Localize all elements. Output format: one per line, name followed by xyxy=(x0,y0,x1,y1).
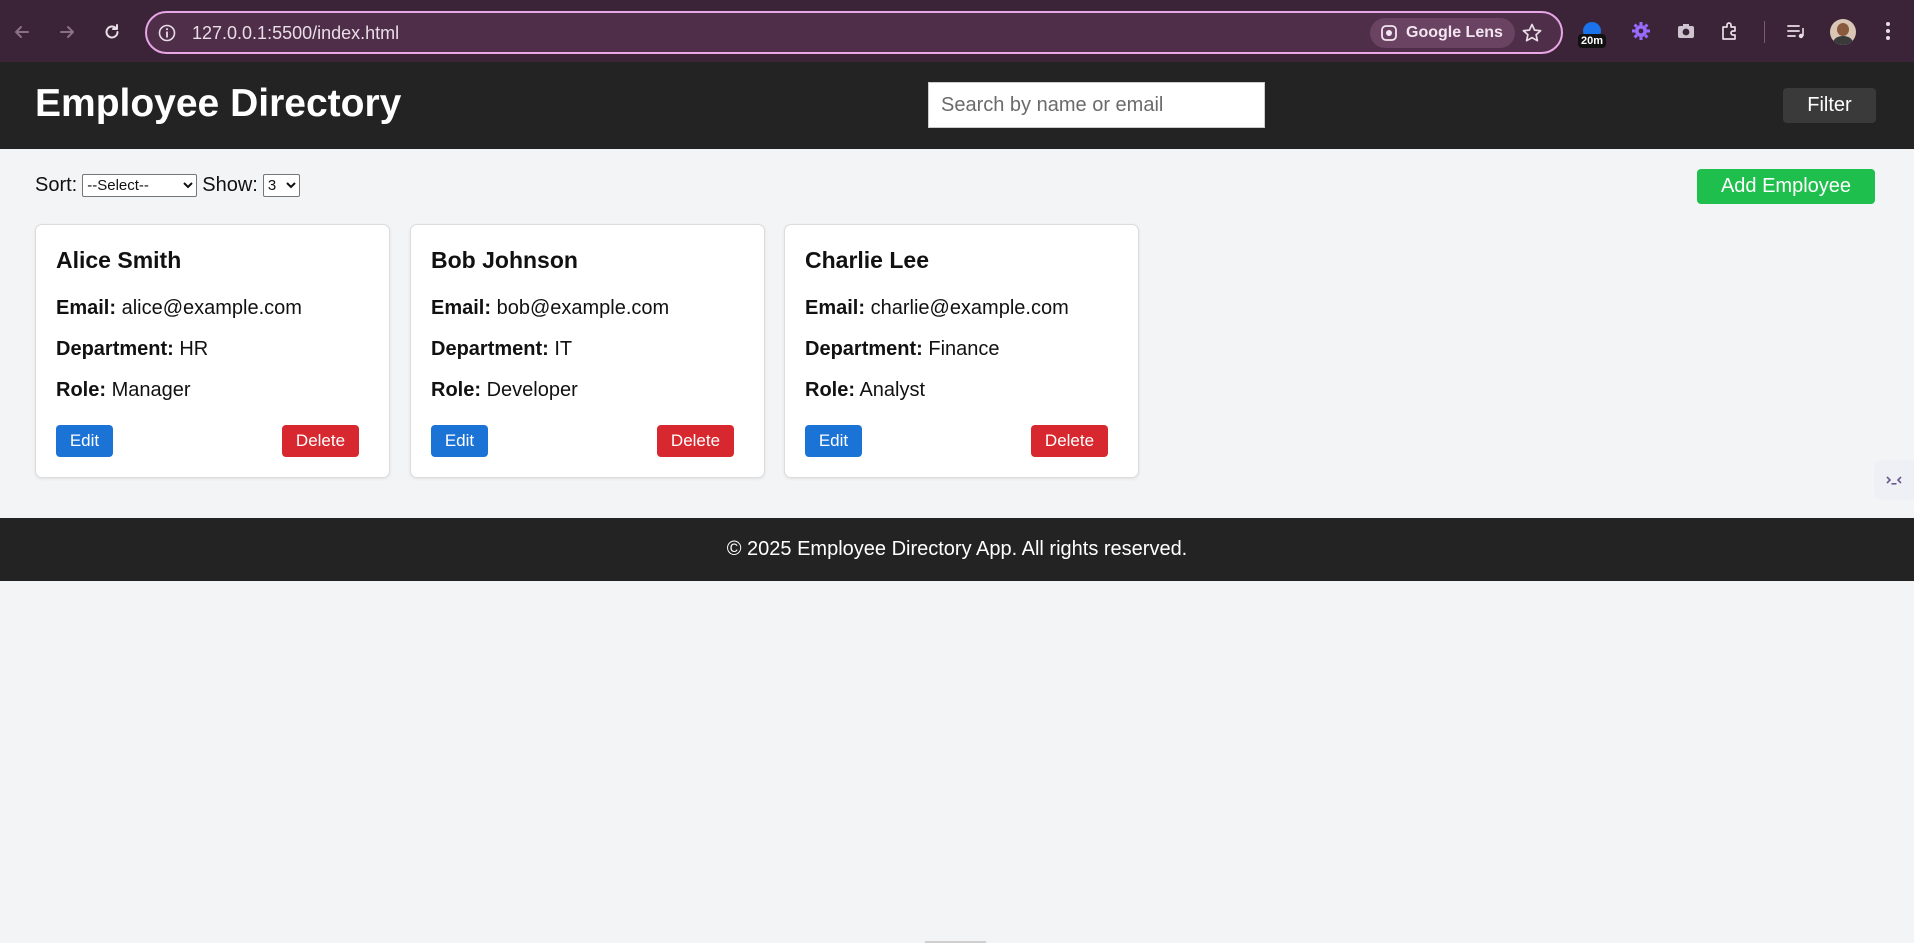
delete-button[interactable]: Delete xyxy=(1031,425,1108,457)
bookmark-star-icon[interactable] xyxy=(1521,22,1543,44)
role-label: Role: xyxy=(805,379,855,401)
more-menu-icon[interactable] xyxy=(1880,18,1896,44)
employee-role: Developer xyxy=(486,379,578,401)
gear-extension-icon[interactable] xyxy=(1628,18,1654,44)
employee-role-row: Role: Developer xyxy=(431,379,578,402)
role-label: Role: xyxy=(56,379,106,401)
filter-button[interactable]: Filter xyxy=(1783,88,1876,123)
employee-email: charlie@example.com xyxy=(870,297,1069,319)
employee-email-row: Email: bob@example.com xyxy=(431,297,669,320)
department-label: Department: xyxy=(431,338,549,360)
employee-card: Bob Johnson Email: bob@example.com Depar… xyxy=(410,224,765,478)
employee-email: alice@example.com xyxy=(121,297,302,319)
employee-department-row: Department: Finance xyxy=(805,338,1000,361)
employee-name: Alice Smith xyxy=(56,247,182,273)
edit-button[interactable]: Edit xyxy=(431,425,488,457)
employee-department: HR xyxy=(179,338,209,360)
site-info-icon[interactable] xyxy=(157,23,177,43)
employee-department: Finance xyxy=(928,338,1000,360)
forward-arrow-icon[interactable] xyxy=(50,15,84,49)
employee-email-row: Email: alice@example.com xyxy=(56,297,302,320)
footer-text: © 2025 Employee Directory App. All right… xyxy=(726,538,1188,560)
search-input[interactable] xyxy=(928,82,1265,128)
side-panel-icon[interactable] xyxy=(1874,460,1914,500)
address-bar[interactable]: 127.0.0.1:5500/index.html Google Lens xyxy=(145,11,1563,54)
show-count-select[interactable]: 3 xyxy=(262,174,300,197)
toolbar-divider xyxy=(1764,21,1765,43)
timer-extension-icon[interactable]: 20m xyxy=(1578,20,1608,50)
reload-icon[interactable] xyxy=(95,15,129,49)
add-employee-button[interactable]: Add Employee xyxy=(1697,169,1875,204)
show-label: Show: xyxy=(202,174,258,196)
app-footer: © 2025 Employee Directory App. All right… xyxy=(0,518,1914,581)
employee-card: Alice Smith Email: alice@example.com Dep… xyxy=(35,224,390,478)
employee-email: bob@example.com xyxy=(496,297,670,319)
profile-avatar[interactable] xyxy=(1830,19,1856,45)
edit-button[interactable]: Edit xyxy=(56,425,113,457)
employee-email-row: Email: charlie@example.com xyxy=(805,297,1069,320)
timer-badge-text: 20m xyxy=(1578,34,1607,48)
back-arrow-icon[interactable] xyxy=(5,15,39,49)
employee-role: Analyst xyxy=(859,379,926,401)
email-label: Email: xyxy=(431,297,492,319)
delete-button[interactable]: Delete xyxy=(282,425,359,457)
email-label: Email: xyxy=(805,297,866,319)
camera-extension-icon[interactable] xyxy=(1673,18,1699,44)
employee-department: IT xyxy=(554,338,573,360)
google-lens-button[interactable]: Google Lens xyxy=(1370,18,1515,48)
sort-label: Sort: xyxy=(35,174,78,196)
employee-role-row: Role: Manager xyxy=(56,379,191,402)
employee-role-row: Role: Analyst xyxy=(805,379,925,402)
page-title: Employee Directory xyxy=(35,82,402,125)
url-text[interactable]: 127.0.0.1:5500/index.html xyxy=(192,23,399,44)
controls-bar: Sort: --Select-- Show: 3 xyxy=(35,174,300,197)
app-header: Employee Directory Filter xyxy=(0,62,1914,149)
sort-select[interactable]: --Select-- xyxy=(82,174,198,197)
employee-department-row: Department: HR xyxy=(56,338,208,361)
email-label: Email: xyxy=(56,297,117,319)
employee-role: Manager xyxy=(111,379,191,401)
delete-button[interactable]: Delete xyxy=(657,425,734,457)
media-queue-icon[interactable] xyxy=(1783,18,1809,44)
department-label: Department: xyxy=(805,338,923,360)
employee-name: Charlie Lee xyxy=(805,247,929,273)
employee-card: Charlie Lee Email: charlie@example.com D… xyxy=(784,224,1139,478)
employee-name: Bob Johnson xyxy=(431,247,578,273)
employee-department-row: Department: IT xyxy=(431,338,572,361)
puzzle-extensions-icon[interactable] xyxy=(1717,18,1743,44)
edit-button[interactable]: Edit xyxy=(805,425,862,457)
google-lens-label: Google Lens xyxy=(1406,24,1503,41)
role-label: Role: xyxy=(431,379,481,401)
browser-toolbar: 127.0.0.1:5500/index.html Google Lens 20… xyxy=(0,0,1914,62)
department-label: Department: xyxy=(56,338,174,360)
google-lens-icon xyxy=(1381,25,1397,41)
